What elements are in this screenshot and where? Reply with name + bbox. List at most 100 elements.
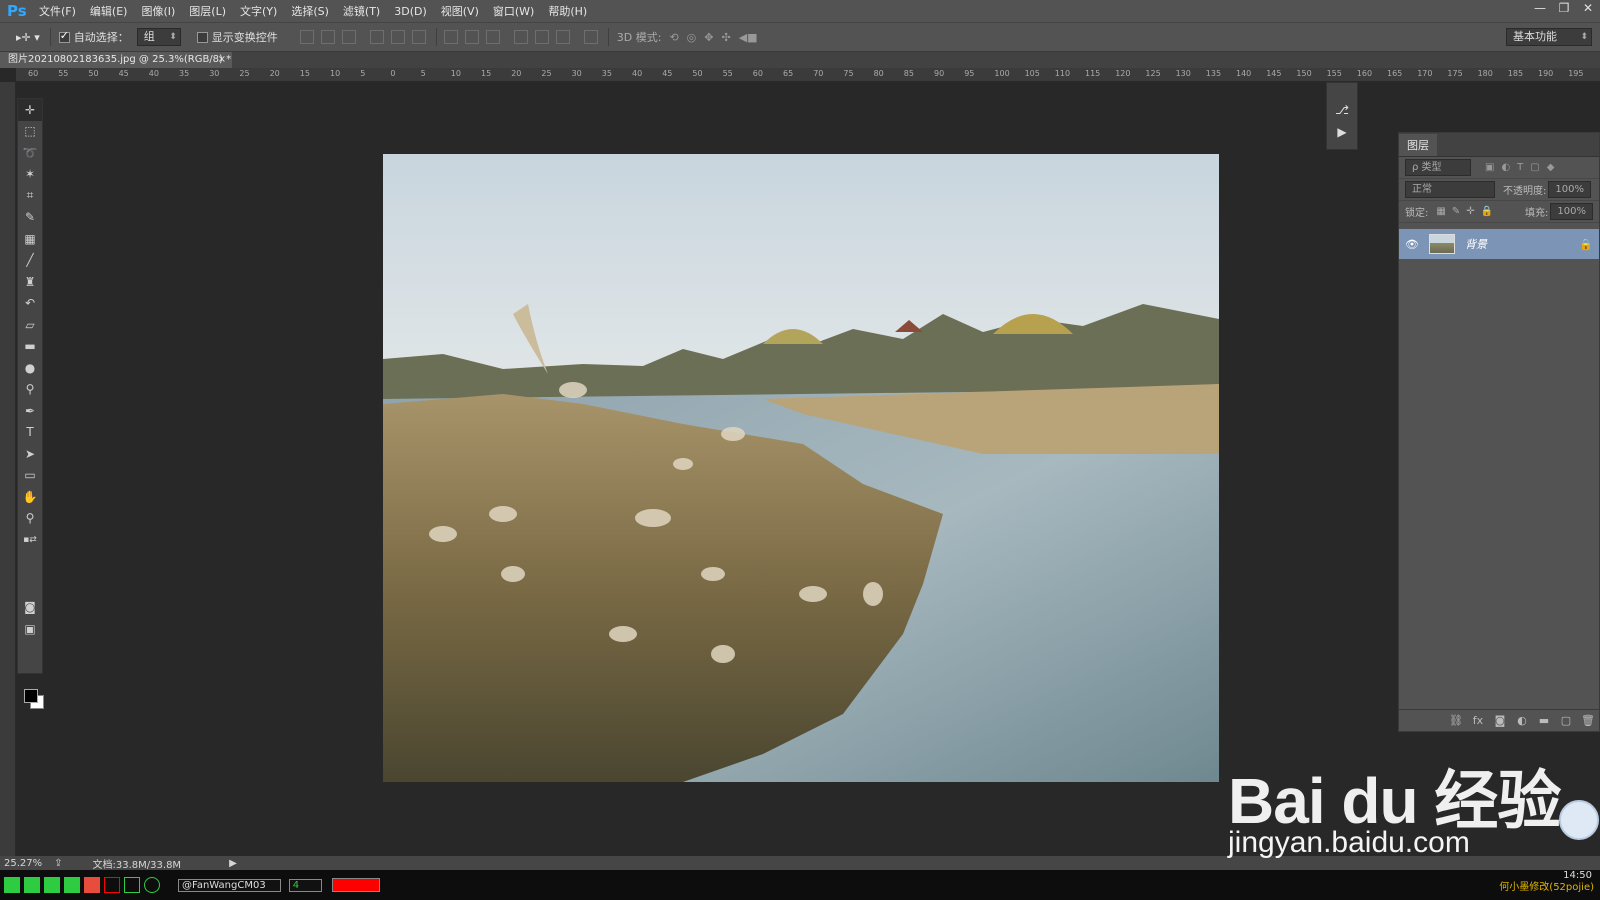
filter-icons[interactable]: ▣◐T▢◆ (1485, 162, 1561, 173)
foreground-color-swatch[interactable] (24, 689, 38, 703)
menu-filter[interactable]: 滤镜(T) (336, 3, 387, 19)
path-selection-tool-icon[interactable]: ➤ (18, 443, 42, 465)
visibility-eye-icon[interactable]: 👁 (1405, 238, 1419, 251)
gradient-tool-icon[interactable]: ▬ (18, 336, 42, 358)
actions-play-icon[interactable]: ▶ (1327, 125, 1357, 139)
align-vcenter-icon[interactable] (320, 30, 335, 44)
taskbar-tool-icon[interactable] (64, 877, 80, 893)
restore-icon[interactable]: ❐ (1552, 0, 1576, 18)
layer-row-background[interactable]: 👁 背景 🔒 (1399, 229, 1599, 259)
align-right-icon[interactable] (411, 30, 426, 44)
menu-3d[interactable]: 3D(D) (387, 5, 434, 18)
fill-field[interactable]: 100% (1550, 203, 1593, 220)
zoom-tool-icon[interactable]: ⚲ (18, 508, 42, 530)
layer-filter-dropdown[interactable]: ρ 类型 (1405, 159, 1471, 176)
close-tab-icon[interactable]: × (218, 52, 226, 68)
align-left-icon[interactable] (369, 30, 384, 44)
adjustment-layer-icon[interactable]: ◐ (1511, 714, 1533, 727)
menu-select[interactable]: 选择(S) (284, 3, 336, 19)
menu-view[interactable]: 视图(V) (434, 3, 486, 19)
lock-icons[interactable]: ▦✎✛🔒 (1436, 206, 1499, 217)
add-mask-icon[interactable]: ◙ (1489, 714, 1511, 727)
screen-mode-icon[interactable]: ▣ (18, 618, 42, 640)
opacity-field[interactable]: 100% (1548, 181, 1591, 198)
eraser-tool-icon[interactable]: ▱ (18, 314, 42, 336)
roll-3d-icon[interactable]: ◎ (687, 31, 697, 44)
blur-tool-icon[interactable]: ● (18, 357, 42, 379)
canvas-image[interactable] (383, 154, 1219, 782)
taskbar-shape-icon[interactable] (124, 877, 140, 893)
lasso-tool-icon[interactable]: ➰ (18, 142, 42, 164)
status-menu-arrow-icon[interactable]: ▶ (229, 858, 237, 869)
move-tool-preset-icon[interactable]: ▸✛ ▾ (16, 31, 40, 44)
eyedropper-tool-icon[interactable]: ✎ (18, 207, 42, 229)
menu-layer[interactable]: 图层(L) (182, 3, 233, 19)
menu-help[interactable]: 帮助(H) (541, 3, 594, 19)
menu-window[interactable]: 窗口(W) (486, 3, 541, 19)
workspace-dropdown[interactable]: 基本功能 (1506, 28, 1592, 46)
delete-layer-icon[interactable]: 🗑 (1577, 714, 1599, 727)
document-tab[interactable]: 图片20210802183635.jpg @ 25.3%(RGB/8) * × (0, 52, 232, 68)
pen-tool-icon[interactable]: ✒ (18, 400, 42, 422)
scale-3d-icon[interactable]: ◀■ (739, 31, 758, 44)
auto-align-icon[interactable] (583, 30, 598, 44)
auto-select-checkbox[interactable]: 自动选择： (58, 29, 129, 45)
distribute-right-icon[interactable] (555, 30, 570, 44)
assistant-avatar-icon[interactable] (1559, 800, 1599, 840)
taskbar-tool-icon[interactable] (84, 877, 100, 893)
distribute-bottom-icon[interactable] (485, 30, 500, 44)
dodge-tool-icon[interactable]: ⚲ (18, 379, 42, 401)
distribute-vcenter-icon[interactable] (464, 30, 479, 44)
new-layer-icon[interactable]: ▢ (1555, 714, 1577, 727)
align-hcenter-icon[interactable] (390, 30, 405, 44)
ruler-tick-label: 15 (299, 69, 310, 78)
quick-mask-icon[interactable]: ◙ (18, 597, 42, 619)
export-icon[interactable]: ⇪ (54, 858, 62, 869)
auto-select-dropdown[interactable]: 组 (136, 28, 181, 46)
magic-wand-tool-icon[interactable]: ✶ (18, 164, 42, 186)
distribute-left-icon[interactable] (513, 30, 528, 44)
align-bottom-icon[interactable] (341, 30, 356, 44)
slide-3d-icon[interactable]: ✣ (721, 31, 730, 44)
layer-style-icon[interactable]: fx (1467, 714, 1489, 727)
menu-file[interactable]: 文件(F) (32, 3, 83, 19)
pan-3d-icon[interactable]: ✥ (704, 31, 713, 44)
taskbar-size-field[interactable]: 4 (288, 878, 323, 892)
close-icon[interactable]: ✕ (1576, 0, 1600, 18)
crop-tool-icon[interactable]: ⌗ (18, 185, 42, 207)
hand-tool-icon[interactable]: ✋ (18, 486, 42, 508)
taskbar-pen-icon[interactable] (104, 877, 120, 893)
link-layers-icon[interactable]: ⛓ (1445, 714, 1467, 727)
healing-brush-tool-icon[interactable]: ▦ (18, 228, 42, 250)
rotate-3d-icon[interactable]: ⟲ (669, 31, 678, 44)
zoom-level[interactable]: 25.27% (4, 858, 42, 869)
distribute-hcenter-icon[interactable] (534, 30, 549, 44)
rectangle-tool-icon[interactable]: ▭ (18, 465, 42, 487)
color-swatches[interactable] (18, 551, 42, 597)
brush-tool-icon[interactable]: ╱ (18, 250, 42, 272)
menu-edit[interactable]: 编辑(E) (83, 3, 135, 19)
history-brush-tool-icon[interactable]: ↶ (18, 293, 42, 315)
menu-image[interactable]: 图像(I) (134, 3, 182, 19)
distribute-top-icon[interactable] (443, 30, 458, 44)
move-tool-icon[interactable]: ✛ (18, 99, 42, 121)
history-panel-icon[interactable]: ⎇ (1327, 103, 1357, 117)
taskbar-tool-icon[interactable] (24, 877, 40, 893)
taskbar-shape-icon[interactable] (144, 877, 160, 893)
layers-tab[interactable]: 图层 (1399, 134, 1437, 156)
menu-type[interactable]: 文字(Y) (233, 3, 284, 19)
type-tool-icon[interactable]: T (18, 422, 42, 444)
blend-mode-dropdown[interactable]: 正常 (1405, 181, 1495, 198)
minimize-icon[interactable]: — (1528, 0, 1552, 18)
taskbar-color-swatch[interactable] (332, 878, 381, 892)
clone-stamp-tool-icon[interactable]: ♜ (18, 271, 42, 293)
taskbar-tool-icon[interactable] (44, 877, 60, 893)
taskbar-tool-icon[interactable] (4, 877, 20, 893)
default-colors-icon[interactable]: ▪⇄ (18, 529, 42, 551)
taskbar-font-field[interactable]: @FanWangCM03 (178, 878, 281, 892)
ruler-tick-label: 5 (360, 69, 366, 78)
marquee-tool-icon[interactable]: ⬚ (18, 121, 42, 143)
show-transform-checkbox[interactable]: 显示变换控件 (196, 29, 278, 45)
new-group-icon[interactable]: ▬ (1533, 714, 1555, 727)
align-top-icon[interactable] (299, 30, 314, 44)
